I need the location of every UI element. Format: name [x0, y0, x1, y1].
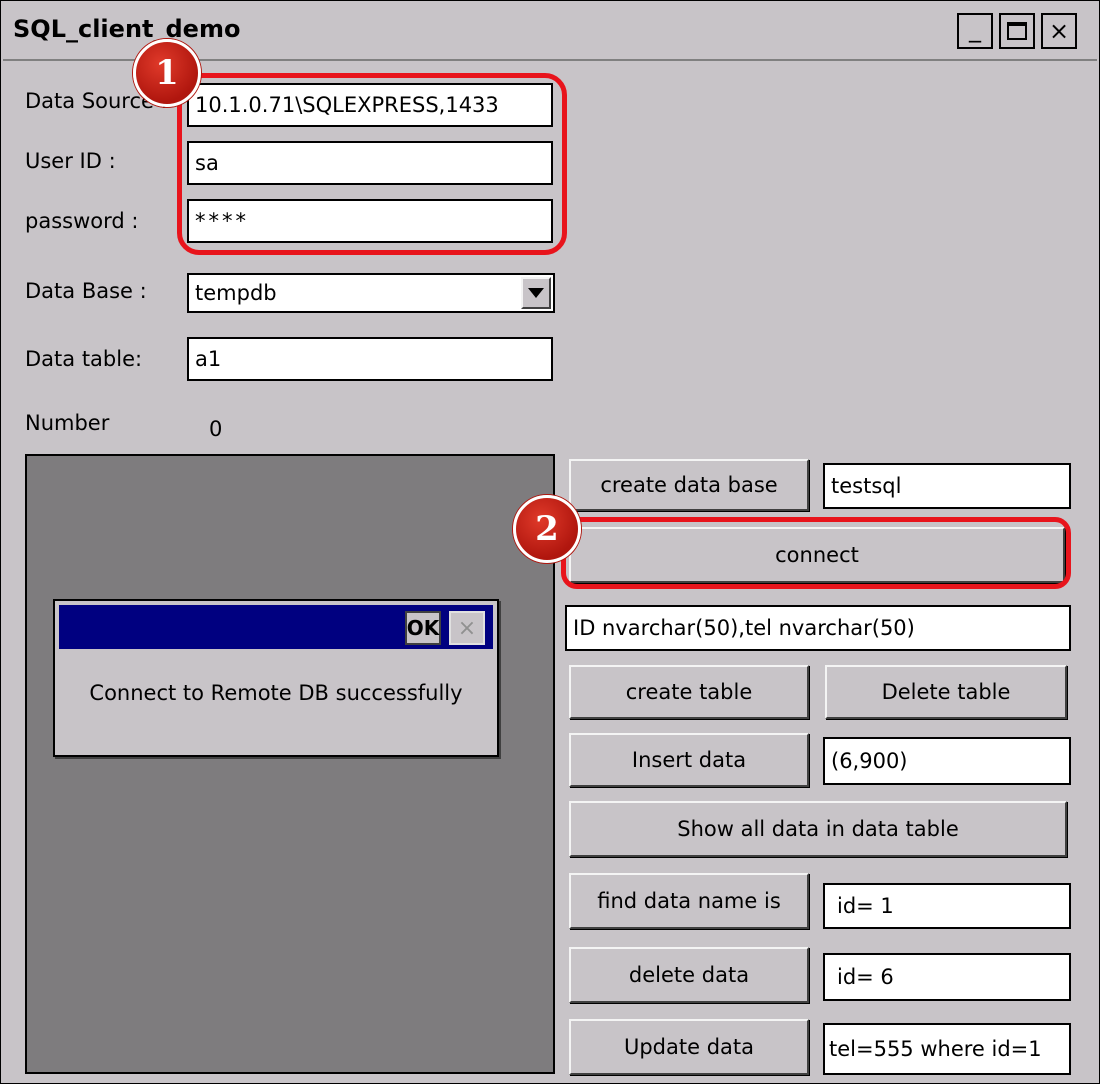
highlight-connection-fields [177, 73, 567, 255]
window-title: SQL_client_demo [13, 15, 241, 43]
close-icon: × [457, 615, 477, 641]
dialog-ok-button[interactable]: OK [405, 611, 441, 645]
dialog-close-button[interactable]: × [449, 611, 485, 645]
data-table-input[interactable]: a1 [187, 337, 553, 381]
columns-input[interactable]: ID nvarchar(50),tel nvarchar(50) [565, 605, 1071, 651]
create-database-button[interactable]: create data base [569, 459, 809, 511]
step-badge-2: 2 [513, 495, 581, 563]
step-badge-1: 1 [133, 39, 201, 107]
maximize-icon [1007, 22, 1027, 40]
message-dialog: OK × Connect to Remote DB successfully [53, 599, 499, 757]
update-data-button[interactable]: Update data [569, 1019, 809, 1075]
show-all-data-button[interactable]: Show all data in data table [569, 801, 1067, 857]
highlight-connect-button [561, 517, 1071, 589]
find-data-input[interactable]: id= 1 [823, 883, 1071, 929]
chevron-down-icon [528, 288, 544, 298]
delete-data-input[interactable]: id= 6 [823, 953, 1071, 1001]
delete-table-button[interactable]: Delete table [825, 665, 1067, 719]
create-table-button[interactable]: create table [569, 665, 809, 719]
find-data-button[interactable]: find data name is [569, 873, 809, 929]
dialog-message: Connect to Remote DB successfully [89, 681, 463, 705]
user-id-label: User ID : [25, 149, 116, 173]
close-button[interactable]: × [1041, 13, 1077, 49]
password-label: password : [25, 209, 139, 233]
database-select-value: tempdb [195, 281, 277, 305]
database-label: Data Base : [25, 279, 147, 303]
dialog-title-bar: OK × [59, 605, 493, 649]
insert-data-button[interactable]: Insert data [569, 733, 809, 787]
close-icon: × [1048, 17, 1070, 45]
minimize-icon: _ [969, 15, 981, 43]
app-window: SQL_client_demo _ × Data Source : 10.1.0… [0, 0, 1100, 1084]
update-data-input[interactable]: tel=555 where id=1 [823, 1023, 1071, 1075]
dropdown-arrow-button[interactable] [521, 277, 551, 309]
results-list[interactable] [25, 454, 555, 1074]
delete-data-button[interactable]: delete data [569, 947, 809, 1003]
maximize-button[interactable] [999, 13, 1035, 49]
number-label: Number [25, 411, 110, 435]
minimize-button[interactable]: _ [957, 13, 993, 49]
insert-data-input[interactable]: (6,900) [823, 737, 1071, 785]
create-database-input[interactable]: testsql [823, 463, 1071, 509]
data-table-label: Data table: [25, 347, 143, 371]
database-select[interactable]: tempdb [187, 273, 555, 313]
number-value: 0 [209, 417, 223, 441]
